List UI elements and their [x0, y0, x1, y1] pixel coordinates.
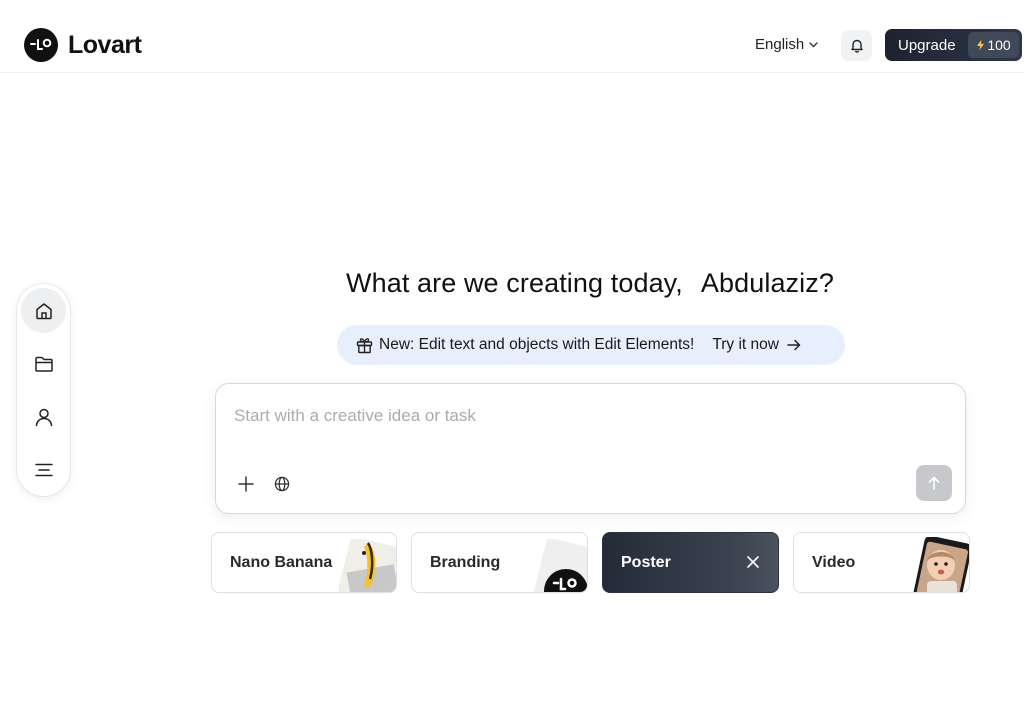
- home-icon: [35, 302, 52, 319]
- globe-icon: [274, 476, 290, 492]
- banner-cta-label: Try it now: [712, 336, 779, 353]
- chevron-down-icon: [809, 41, 818, 47]
- card-poster[interactable]: Poster: [602, 532, 779, 593]
- gift-icon: [356, 337, 373, 353]
- menu-icon: [34, 463, 53, 476]
- page: Lovart English Upgrade 100 What are we c…: [0, 0, 1024, 720]
- banner-try-link[interactable]: Try it now: [712, 336, 801, 354]
- greeting-heading: What are we creating today, Abdulaziz?: [0, 268, 1024, 299]
- banner-text: New: Edit text and objects with Edit Ele…: [379, 336, 695, 353]
- card-nano-banana[interactable]: Nano Banana: [211, 532, 397, 593]
- sidebar-item-profile[interactable]: [21, 394, 66, 439]
- top-header: Lovart English Upgrade 100: [0, 0, 1024, 73]
- web-search-button[interactable]: [270, 472, 294, 496]
- upgrade-button[interactable]: Upgrade 100: [885, 29, 1022, 61]
- greeting-prefix: What are we creating today,: [346, 268, 683, 298]
- prompt-box: [215, 383, 966, 514]
- credits-badge: 100: [968, 32, 1019, 58]
- video-thumbnail: [913, 537, 969, 592]
- logo[interactable]: Lovart: [24, 28, 142, 62]
- user-icon: [35, 408, 52, 426]
- card-label: Branding: [430, 553, 501, 571]
- card-branding[interactable]: Branding: [411, 532, 588, 593]
- card-label: Poster: [621, 553, 671, 571]
- banana-thumbnail: [338, 539, 396, 592]
- upgrade-label: Upgrade: [898, 36, 956, 54]
- logo-mark-icon: [24, 28, 58, 62]
- folder-icon: [34, 356, 53, 372]
- language-label: English: [755, 36, 805, 53]
- notifications-button[interactable]: [841, 30, 872, 61]
- close-icon[interactable]: [746, 555, 760, 569]
- card-video[interactable]: Video: [793, 532, 970, 593]
- plus-icon: [238, 476, 254, 492]
- arrow-right-icon: [787, 339, 801, 351]
- card-label: Nano Banana: [230, 553, 333, 571]
- add-attachment-button[interactable]: [234, 472, 258, 496]
- sidebar-item-menu[interactable]: [21, 447, 66, 492]
- card-label: Video: [812, 553, 856, 571]
- branding-thumbnail: [533, 539, 587, 592]
- arrow-up-icon: [928, 476, 940, 490]
- sidebar: [17, 284, 70, 496]
- send-button[interactable]: [916, 465, 952, 501]
- lightning-icon: [977, 39, 985, 51]
- logo-text: Lovart: [68, 30, 142, 59]
- announcement-banner[interactable]: New: Edit text and objects with Edit Ele…: [337, 325, 845, 365]
- greeting-username: Abdulaziz?: [700, 268, 834, 298]
- sidebar-item-projects[interactable]: [21, 341, 66, 386]
- credits-count: 100: [987, 37, 1011, 53]
- language-selector[interactable]: English: [755, 36, 818, 53]
- bell-icon: [850, 39, 863, 53]
- prompt-input[interactable]: [234, 406, 934, 426]
